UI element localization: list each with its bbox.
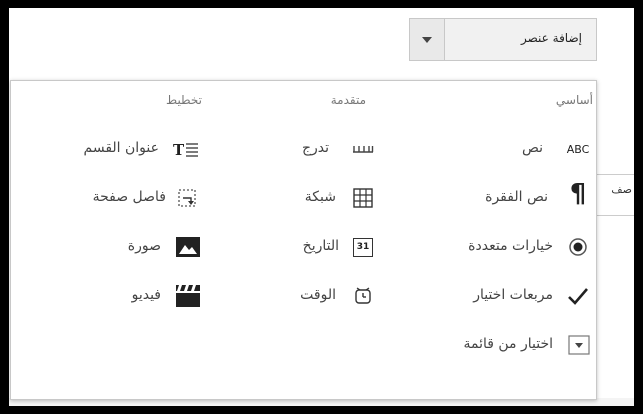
- dropdown-icon: [567, 333, 591, 357]
- menu-item-grid[interactable]: شبكة: [226, 186, 381, 212]
- svg-text:T: T: [173, 141, 185, 157]
- menu-item-page-break[interactable]: فاصل صفحة: [21, 186, 211, 212]
- menu-item-text[interactable]: ABC نص: [401, 137, 593, 163]
- menu-item-label: اختيار من قائمة: [463, 336, 553, 352]
- menu-item-date[interactable]: 31 التاريخ: [226, 235, 381, 261]
- menu-item-label: نص الفقرة: [485, 189, 548, 205]
- column-header-advanced: متقدمة: [330, 93, 366, 107]
- image-icon: [175, 235, 201, 259]
- add-item-menu: أساسي متقدمة تخطيط ABC نص ¶ نص الفقرة خي…: [10, 80, 597, 400]
- video-icon: [175, 284, 201, 308]
- menu-item-label: خيارات متعددة: [468, 238, 553, 254]
- menu-item-label: فاصل صفحة: [92, 189, 166, 205]
- column-header-layout: تخطيط: [166, 93, 202, 107]
- grid-icon: [351, 186, 375, 210]
- menu-item-multiple-choice[interactable]: خيارات متعددة: [401, 235, 593, 261]
- section-header-icon: T: [171, 137, 201, 161]
- column-header-basic: أساسي: [555, 93, 593, 107]
- pilcrow-icon: ¶: [569, 179, 587, 209]
- menu-item-label: الوقت: [300, 287, 336, 303]
- menu-item-label: التاريخ: [302, 238, 339, 254]
- menu-item-section-header[interactable]: T عنوان القسم: [21, 137, 211, 163]
- menu-item-label: شبكة: [304, 189, 336, 205]
- add-item-button[interactable]: إضافة عنصر: [409, 18, 597, 61]
- menu-item-time[interactable]: الوقت: [226, 284, 381, 310]
- menu-item-image[interactable]: صورة: [21, 235, 211, 261]
- calendar-icon: 31: [351, 235, 375, 259]
- menu-item-scale[interactable]: تدرج: [226, 137, 381, 163]
- chevron-down-icon[interactable]: [410, 19, 445, 60]
- background-row-label: صف: [611, 183, 632, 196]
- menu-item-label: صورة: [127, 238, 161, 254]
- page-break-icon: [175, 186, 199, 210]
- menu-item-paragraph-text[interactable]: ¶ نص الفقرة: [401, 179, 593, 212]
- checkbox-icon: [565, 284, 591, 308]
- abc-icon: ABC: [566, 142, 590, 156]
- menu-item-video[interactable]: فيديو: [21, 284, 211, 310]
- menu-item-label: فيديو: [131, 287, 161, 303]
- menu-item-choose-from-list[interactable]: اختيار من قائمة: [361, 333, 593, 359]
- form-editor-canvas: إضافة عنصر صف أساسي متقدمة تخطيط ABC نص …: [9, 8, 634, 406]
- menu-item-label: نص: [521, 140, 543, 156]
- menu-item-label: عنوان القسم: [83, 140, 159, 156]
- add-item-label: إضافة عنصر: [521, 31, 582, 45]
- menu-item-label: مربعات اختيار: [473, 287, 553, 303]
- clock-icon: [351, 284, 375, 308]
- menu-item-checkboxes[interactable]: مربعات اختيار: [401, 284, 593, 310]
- menu-item-label: تدرج: [301, 140, 329, 156]
- radio-icon: [567, 235, 589, 259]
- calendar-date-text: 31: [353, 237, 373, 257]
- scale-icon: [351, 137, 375, 161]
